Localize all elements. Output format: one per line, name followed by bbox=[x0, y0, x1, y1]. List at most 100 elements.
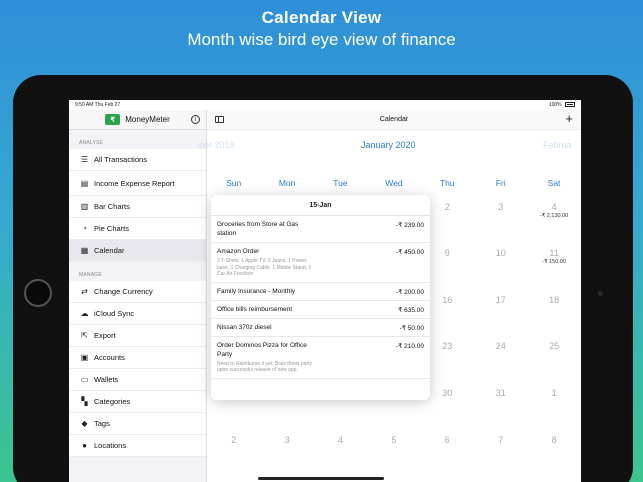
transaction-amount: -₹ 450.00 bbox=[396, 249, 424, 256]
transaction-row[interactable]: Order Dominos Pizza for Office Party Need… bbox=[211, 337, 430, 379]
status-bar: 9:50 AM Thu Feb 27 100% bbox=[69, 100, 581, 110]
transaction-name: Order Dominos Pizza for Office Party bbox=[217, 341, 307, 358]
sidebar-item-label: Change Currency bbox=[94, 287, 153, 296]
month-scroller[interactable]: ber 2019 January 2020 Februa bbox=[199, 140, 581, 154]
transaction-details: Nissan 370z diesel bbox=[217, 323, 317, 332]
sidebar-item-label: Export bbox=[94, 331, 116, 340]
transaction-details: Office bills reimbursement bbox=[217, 305, 317, 314]
sidebar-item-label: All Transactions bbox=[94, 155, 147, 164]
sidebar-item-label: Categories bbox=[94, 397, 131, 406]
day-cell[interactable]: 11 -₹ 150.00 bbox=[527, 248, 580, 265]
sidebar-item-icloud-sync[interactable]: ☁ iCloud Sync bbox=[69, 303, 206, 325]
sidebar-item-calendar[interactable]: ▦ Calendar bbox=[69, 240, 206, 262]
month-next[interactable]: Februa bbox=[543, 140, 572, 150]
transaction-row[interactable]: Office bills reimbursement ₹ 635.00 bbox=[211, 301, 430, 319]
headline-title: Calendar View bbox=[261, 8, 382, 27]
day-number: 11 bbox=[549, 248, 559, 258]
day-cell[interactable]: 18 bbox=[527, 295, 580, 305]
day-cell[interactable]: 4 -₹ 2,130.00 bbox=[527, 202, 580, 219]
money-icon: ₹ bbox=[105, 114, 121, 125]
transaction-details: Groceries from Store at Gas station bbox=[217, 220, 317, 238]
sidebar-item-tags[interactable]: ◆ Tags bbox=[69, 413, 206, 435]
day-number: 25 bbox=[549, 341, 560, 351]
transaction-name: Nissan 370z diesel bbox=[217, 323, 272, 331]
day-number: 18 bbox=[549, 295, 560, 305]
wallet-icon: ▭ bbox=[80, 375, 89, 384]
add-button[interactable]: + bbox=[565, 112, 573, 126]
transaction-note: Need to Reimburse it yet. Boss threw par… bbox=[217, 360, 313, 374]
sidebar-item-label: Pie Charts bbox=[94, 224, 130, 233]
transaction-name: Amazon Order bbox=[217, 248, 260, 255]
home-button[interactable] bbox=[24, 279, 52, 307]
sidebar-toggle-icon[interactable] bbox=[215, 116, 224, 123]
sidebar-item-label: Tags bbox=[94, 419, 110, 428]
camera-icon bbox=[598, 291, 603, 296]
transaction-row[interactable]: Nissan 370z diesel -₹ 50.00 bbox=[211, 319, 430, 337]
transaction-row[interactable]: Groceries from Store at Gas station -₹ 23… bbox=[211, 216, 430, 243]
day-cell[interactable]: 17 bbox=[474, 295, 527, 305]
day-number: 7 bbox=[498, 435, 504, 445]
status-battery: 100% bbox=[549, 102, 575, 110]
sidebar-item-label: Accounts bbox=[94, 353, 125, 362]
tag-icon: ◆ bbox=[81, 419, 88, 428]
day-cell[interactable]: 3 bbox=[474, 202, 527, 212]
weekday-sun: Sun bbox=[226, 178, 242, 188]
transaction-details: Amazon Order 3 T-Shirts, 1 Apple TV, 3 Je… bbox=[217, 247, 317, 278]
battery-icon bbox=[565, 102, 575, 108]
day-number: 8 bbox=[551, 435, 557, 445]
sidebar-item-label: Bar Charts bbox=[94, 202, 130, 211]
day-cell[interactable]: 2 bbox=[207, 435, 260, 445]
day-transactions-popup: 15-Jan Groceries from Store at Gas stati… bbox=[211, 195, 430, 400]
day-cell[interactable]: 5 bbox=[367, 435, 420, 445]
day-cell[interactable]: 25 bbox=[527, 341, 580, 351]
location-icon: ● bbox=[82, 441, 87, 450]
headline-subtitle: Month wise bird eye view of finance bbox=[187, 30, 456, 49]
sidebar-item-all-transactions[interactable]: ☰ All Transactions bbox=[69, 149, 206, 171]
sidebar-item-label: iCloud Sync bbox=[94, 309, 135, 318]
day-cell[interactable]: 1 bbox=[527, 388, 580, 398]
section-label-analyse: ANALYSE bbox=[79, 140, 104, 146]
analyse-menu: ☰ All Transactions ▤ Income Expense Report ▥… bbox=[69, 149, 206, 262]
day-cell[interactable]: 7 bbox=[474, 435, 527, 445]
day-cell[interactable]: 8 bbox=[527, 435, 580, 445]
sidebar-item-change-currency[interactable]: ⇄ Change Currency bbox=[69, 281, 206, 303]
pie-chart-icon: ◔ bbox=[82, 224, 87, 233]
day-number: 5 bbox=[391, 435, 397, 445]
month-prev[interactable]: ber 2019 bbox=[199, 140, 235, 150]
sidebar-header: ₹ MoneyMeter i bbox=[69, 110, 206, 130]
day-cell[interactable]: 3 bbox=[260, 435, 313, 445]
list-icon: ☰ bbox=[80, 155, 89, 164]
sidebar: ₹ MoneyMeter i ANALYSE ☰ All Transactions… bbox=[69, 110, 207, 482]
nav-title: Calendar bbox=[379, 116, 409, 123]
weekday-fri: Fri bbox=[495, 178, 506, 188]
sidebar-item-locations[interactable]: ● Locations bbox=[69, 435, 206, 457]
day-cell[interactable]: 6 bbox=[421, 435, 474, 445]
day-number: 6 bbox=[444, 435, 450, 445]
sidebar-item-income-expense-report[interactable]: ▤ Income Expense Report bbox=[69, 171, 206, 196]
day-cell[interactable]: 4 bbox=[314, 435, 367, 445]
weekday-mon: Mon bbox=[278, 178, 296, 188]
transaction-row[interactable]: Amazon Order 3 T-Shirts, 1 Apple TV, 3 Je… bbox=[211, 243, 430, 283]
sidebar-item-label: Income Expense Report bbox=[94, 178, 175, 188]
transaction-details: Family Insurance - Monthly bbox=[217, 287, 317, 296]
info-icon[interactable]: i bbox=[191, 115, 200, 124]
sidebar-item-export[interactable]: ⇱ Export bbox=[69, 325, 206, 347]
day-cell[interactable]: 24 bbox=[474, 341, 527, 351]
section-label-manage: MANAGE bbox=[79, 272, 102, 278]
sidebar-item-accounts[interactable]: ▣ Accounts bbox=[69, 347, 206, 369]
day-number: 3 bbox=[284, 435, 290, 445]
sidebar-item-bar-charts[interactable]: ▥ Bar Charts bbox=[69, 196, 206, 218]
transaction-amount: -₹ 239.00 bbox=[396, 222, 424, 229]
ipad-screen: 9:50 AM Thu Feb 27 100% ₹ MoneyMeter i A… bbox=[69, 100, 581, 482]
day-cell[interactable]: 10 bbox=[474, 248, 527, 258]
sidebar-item-pie-charts[interactable]: ◔ Pie Charts bbox=[69, 218, 206, 240]
day-number: 17 bbox=[495, 295, 506, 305]
sidebar-item-label: Wallets bbox=[94, 375, 119, 384]
status-time: 9:50 AM Thu Feb 27 bbox=[75, 102, 121, 108]
day-cell[interactable]: 31 bbox=[474, 388, 527, 398]
transaction-row[interactable]: Family Insurance - Monthly -₹ 200.00 bbox=[211, 283, 430, 301]
currency-icon: ⇄ bbox=[81, 287, 88, 296]
sidebar-item-categories[interactable]: ▚ Categories bbox=[69, 391, 206, 413]
weekday-tue: Tue bbox=[333, 178, 348, 188]
sidebar-item-wallets[interactable]: ▭ Wallets bbox=[69, 369, 206, 391]
